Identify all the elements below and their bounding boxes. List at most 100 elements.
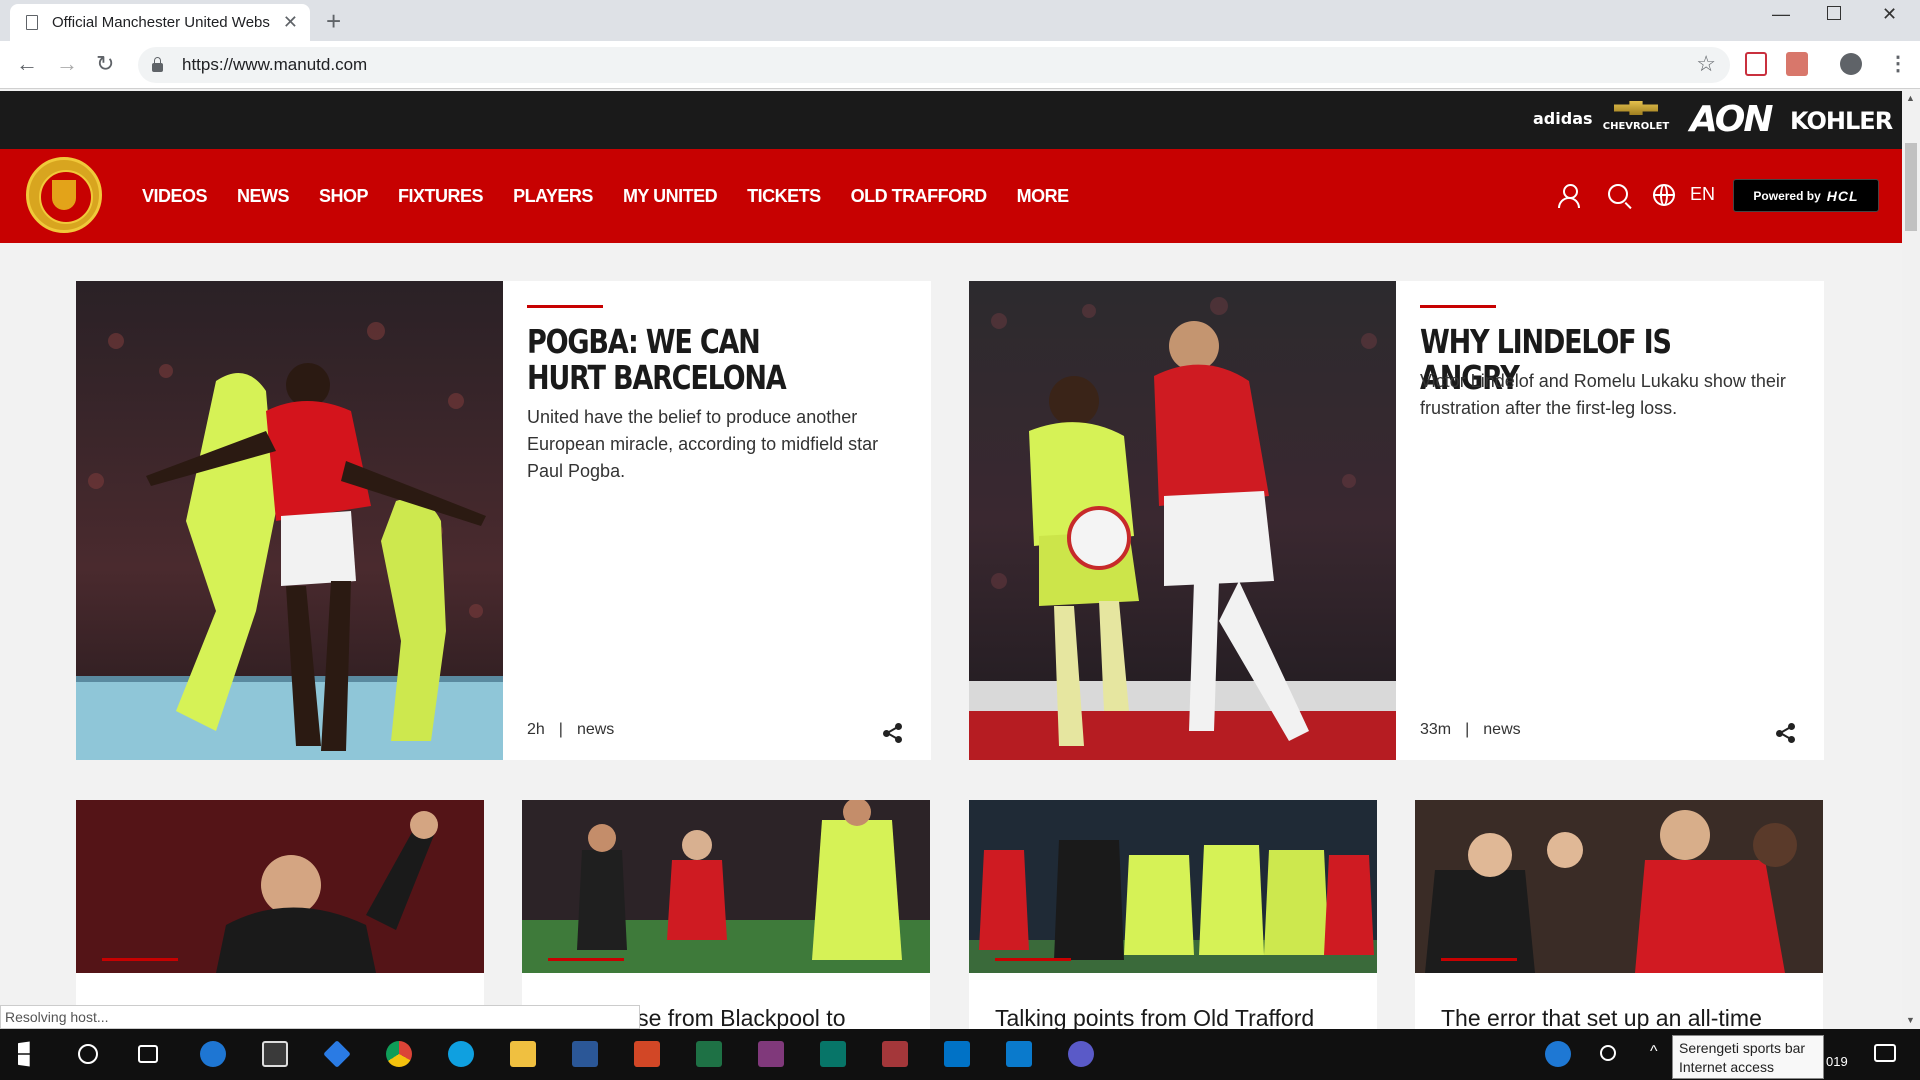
publisher-icon[interactable] [820, 1041, 846, 1067]
article-photo[interactable] [1415, 800, 1823, 973]
card-accent-line [1441, 958, 1517, 961]
onenote-icon[interactable] [758, 1041, 784, 1067]
browser-tab[interactable]: Official Manchester United Webs ✕ [10, 4, 310, 41]
share-icon[interactable] [1775, 722, 1797, 744]
store-icon[interactable] [262, 1041, 288, 1067]
hcl-logo: HCL [1826, 187, 1859, 204]
card-accent-line [548, 958, 624, 961]
nav-item-videos[interactable]: VIDEOS [142, 186, 208, 207]
nav-item-tickets[interactable]: TICKETS [747, 186, 821, 207]
language-selector[interactable]: EN [1690, 184, 1715, 205]
outlook-icon[interactable] [944, 1041, 970, 1067]
news-card[interactable] [76, 800, 484, 1029]
chevrolet-bowtie-icon [1614, 101, 1658, 115]
reload-icon[interactable]: ↻ [96, 51, 114, 77]
article-meta: 33m | news [1420, 721, 1521, 739]
keane-referee-photo [1415, 800, 1823, 973]
windows-start-icon[interactable] [18, 1041, 30, 1067]
scrollbar-thumb[interactable] [1905, 143, 1917, 231]
back-icon[interactable]: ← [16, 51, 38, 77]
action-center-icon[interactable] [1874, 1044, 1896, 1062]
sponsor-kohler-logo[interactable]: KOHLER [1790, 107, 1893, 135]
sponsor-adidas-logo[interactable]: adidas [1533, 109, 1593, 128]
nav-item-fixtures[interactable]: FIXTURES [398, 186, 484, 207]
news-card[interactable]: Talking points from Old Trafford [969, 800, 1377, 1032]
file-explorer-icon[interactable] [510, 1041, 536, 1067]
close-tab-icon[interactable]: ✕ [283, 12, 298, 33]
chrome-icon[interactable] [386, 1041, 412, 1067]
skype-icon[interactable] [448, 1041, 474, 1067]
sponsor-chevrolet-logo[interactable]: CHEVROLET [1598, 101, 1674, 132]
excel-icon[interactable] [696, 1041, 722, 1067]
article-photo[interactable] [522, 800, 930, 973]
url-text[interactable]: https://www.manutd.com [182, 55, 367, 75]
profile-avatar-icon[interactable] [1840, 53, 1862, 75]
article-photo[interactable] [76, 281, 503, 760]
help-icon[interactable] [1545, 1041, 1571, 1067]
tab-title: Official Manchester United Webs [52, 14, 270, 31]
card-accent-line [102, 958, 178, 961]
globe-icon[interactable] [1653, 184, 1675, 206]
article-meta: 2h | news [527, 721, 614, 739]
scroll-up-icon[interactable]: ▲ [1906, 93, 1915, 103]
article-category[interactable]: news [1483, 721, 1520, 738]
nav-menu: VIDEOS NEWS SHOP FIXTURES PLAYERS MY UNI… [142, 149, 1099, 243]
scroll-down-icon[interactable]: ▼ [1906, 1015, 1915, 1025]
search-icon[interactable] [1608, 184, 1628, 204]
eclipse-icon[interactable] [1068, 1041, 1094, 1067]
news-card[interactable]: The error that set up an all-time [1415, 800, 1823, 1032]
page-scrollbar[interactable]: ▲ ▼ [1902, 91, 1920, 1029]
minimize-icon[interactable]: — [1772, 4, 1790, 25]
nav-item-more[interactable]: MORE [1017, 186, 1070, 207]
article-photo[interactable] [969, 281, 1396, 760]
news-card-title[interactable]: Talking points from Old Trafford [995, 1005, 1365, 1032]
close-window-icon[interactable]: ✕ [1882, 4, 1897, 25]
extension-pocket-icon[interactable] [1745, 52, 1767, 76]
bookmark-star-icon[interactable]: ☆ [1696, 51, 1716, 77]
teams-huddle-photo [969, 800, 1377, 973]
task-view-icon[interactable] [138, 1045, 158, 1063]
forward-icon[interactable]: → [56, 51, 78, 77]
nav-item-old-trafford[interactable]: OLD TRAFFORD [851, 186, 987, 207]
nav-item-shop[interactable]: SHOP [319, 186, 369, 207]
news-card[interactable]: ise from Blackpool to [522, 800, 930, 1032]
featured-article-card[interactable]: POGBA: WE CAN HURT BARCELONA United have… [76, 281, 931, 760]
access-icon[interactable] [882, 1041, 908, 1067]
browser-menu-icon[interactable]: ⋮ [1888, 51, 1908, 76]
extension-pdf-icon[interactable] [1786, 52, 1808, 76]
article-time: 2h [527, 721, 545, 738]
nav-item-news[interactable]: NEWS [237, 186, 290, 207]
club-crest-logo[interactable] [26, 157, 102, 233]
address-bar[interactable]: https://www.manutd.com ☆ [138, 47, 1730, 83]
page-icon [26, 15, 38, 30]
word-icon[interactable] [572, 1041, 598, 1067]
article-summary: United have the belief to produce anothe… [527, 407, 879, 481]
people-icon[interactable] [1600, 1045, 1616, 1061]
article-category[interactable]: news [577, 721, 614, 738]
cortana-search-icon[interactable] [78, 1044, 98, 1064]
new-tab-button[interactable]: + [326, 6, 341, 37]
meta-separator: | [558, 721, 563, 738]
browser-toolbar: ← → ↻ https://www.manutd.com ☆ ⋮ [0, 41, 1920, 89]
pogba-match-photo [76, 281, 503, 760]
restore-icon[interactable] [1827, 6, 1841, 20]
featured-article-card[interactable]: WHY LINDELOF IS ANGRY Victor Lindelof an… [969, 281, 1824, 760]
dropbox-icon[interactable] [323, 1040, 351, 1068]
article-photo[interactable] [969, 800, 1377, 973]
share-icon[interactable] [882, 722, 904, 744]
meta-separator: | [1465, 721, 1470, 738]
news-card-title[interactable]: ise from Blackpool to [632, 1005, 922, 1032]
manager-waving-photo [76, 800, 484, 973]
powered-by-hcl-badge[interactable]: Powered by HCL [1733, 179, 1879, 212]
powerpoint-icon[interactable] [634, 1041, 660, 1067]
news-card-title[interactable]: The error that set up an all-time [1441, 1005, 1811, 1032]
user-account-icon[interactable] [1558, 184, 1580, 208]
edge-browser-icon[interactable] [200, 1041, 226, 1067]
vscode-icon[interactable] [1006, 1041, 1032, 1067]
article-photo[interactable] [76, 800, 484, 973]
article-headline[interactable]: POGBA: WE CAN HURT BARCELONA [527, 324, 839, 396]
sponsor-aon-logo[interactable]: AON [1690, 99, 1773, 140]
nav-item-my-united[interactable]: MY UNITED [623, 186, 718, 207]
nav-item-players[interactable]: PLAYERS [513, 186, 593, 207]
card-accent-line [1420, 305, 1496, 308]
